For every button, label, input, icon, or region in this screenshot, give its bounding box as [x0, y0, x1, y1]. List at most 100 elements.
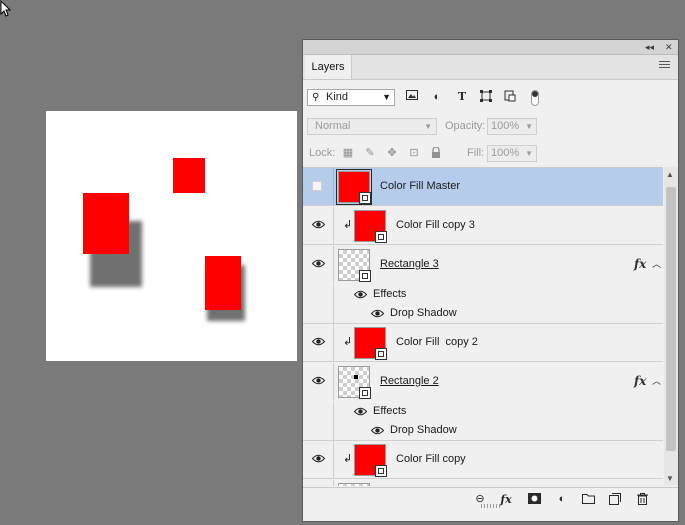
- effects-visibility-column: [303, 402, 334, 421]
- opacity-field[interactable]: 100% ▼: [487, 118, 537, 135]
- close-panel-button[interactable]: ✕: [665, 40, 673, 54]
- layer-thumbnail[interactable]: [338, 483, 370, 486]
- fx-badge-icon[interactable]: fx: [634, 257, 646, 271]
- smart-object-filter-icon[interactable]: [503, 90, 517, 104]
- scroll-up-icon[interactable]: ▲: [666, 170, 674, 179]
- blend-mode-value: Normal: [315, 120, 351, 132]
- group-folder-icon[interactable]: [581, 493, 595, 506]
- effects-visibility-column: [303, 285, 334, 304]
- chevron-down-icon: ▼: [382, 92, 391, 102]
- effects-row[interactable]: Effects: [303, 285, 663, 304]
- visibility-toggle[interactable]: [303, 168, 334, 205]
- layer-name[interactable]: Rectangle 3: [380, 258, 439, 270]
- effects-visibility-column: [303, 421, 334, 440]
- chevron-up-icon[interactable]: ︿: [652, 374, 661, 387]
- eye-icon[interactable]: [371, 309, 384, 318]
- chevron-down-icon: ▼: [525, 122, 533, 131]
- filter-toggle-switch[interactable]: [531, 90, 539, 106]
- layer-thumbnail[interactable]: [338, 366, 371, 399]
- tab-layers[interactable]: Layers: [305, 55, 352, 79]
- layer-name[interactable]: Color Fill copy 3: [396, 219, 475, 231]
- chevron-up-icon[interactable]: ︿: [652, 257, 661, 270]
- scrollbar-thumb[interactable]: [666, 187, 676, 451]
- drop-shadow-label: Drop Shadow: [390, 307, 457, 319]
- drop-shadow-row[interactable]: Drop Shadow: [303, 421, 663, 441]
- visibility-toggle[interactable]: [303, 246, 334, 284]
- layer-row-rectangle-2[interactable]: Rectangle 2 fx ︿: [303, 363, 663, 401]
- layers-panel: ◂◂ ✕ Layers ⚲ Kind ▼ ◐ T Normal ▼ Opacit…: [302, 39, 679, 522]
- layer-list-scrollbar[interactable]: ▲ ▼: [664, 167, 678, 485]
- layer-row-color-fill-master[interactable]: Color Fill Master: [303, 168, 663, 206]
- document-canvas[interactable]: [46, 111, 297, 361]
- visibility-off-box: [312, 181, 322, 191]
- lock-artboard-icon[interactable]: ⊡: [408, 147, 420, 159]
- opacity-label: Opacity:: [445, 120, 486, 132]
- eye-icon[interactable]: [354, 407, 367, 416]
- shape-marker: [354, 375, 358, 379]
- visibility-toggle[interactable]: [303, 363, 334, 401]
- mouse-cursor-icon: [0, 0, 12, 17]
- layer-name[interactable]: Color Fill copy 2: [396, 336, 478, 348]
- clipping-arrow-icon: ↲: [343, 453, 353, 465]
- type-filter-icon[interactable]: T: [455, 90, 469, 104]
- visibility-toggle[interactable]: [303, 441, 334, 478]
- layer-name[interactable]: Color Fill Master: [380, 180, 460, 192]
- layer-mask-icon[interactable]: [527, 493, 541, 506]
- shape-filter-icon[interactable]: [479, 90, 493, 104]
- effects-label: Effects: [373, 288, 407, 300]
- layer-thumbnail[interactable]: [354, 444, 387, 477]
- eye-icon[interactable]: [354, 290, 367, 299]
- lock-paint-icon[interactable]: ✎: [364, 147, 376, 159]
- fill-field[interactable]: 100% ▼: [487, 145, 537, 162]
- layer-row-partial[interactable]: [303, 480, 663, 486]
- panel-title-bar[interactable]: ◂◂ ✕: [303, 40, 678, 55]
- blend-mode-select[interactable]: Normal ▼: [307, 118, 437, 135]
- layer-row-color-fill-copy-3[interactable]: ↲ Color Fill copy 3: [303, 207, 663, 245]
- lock-transparency-icon[interactable]: ▦: [342, 147, 354, 159]
- panel-resize-grip[interactable]: [481, 504, 501, 508]
- image-filter-icon[interactable]: [405, 90, 419, 104]
- collapse-panel-button[interactable]: ◂◂: [645, 40, 654, 54]
- blend-mode-row: Normal ▼ Opacity: 100% ▼: [303, 117, 678, 137]
- eye-icon: [312, 337, 325, 346]
- drop-shadow-row[interactable]: Drop Shadow: [303, 304, 663, 324]
- lock-all-icon[interactable]: [430, 146, 442, 159]
- eye-icon: [312, 454, 325, 463]
- delete-trash-icon[interactable]: [635, 493, 649, 506]
- shape-badge-icon: [359, 387, 371, 399]
- panel-menu-icon[interactable]: [659, 61, 670, 70]
- eye-icon: [312, 376, 325, 385]
- eye-icon[interactable]: [371, 426, 384, 435]
- fx-badge-icon[interactable]: fx: [634, 374, 646, 388]
- layer-thumbnail[interactable]: [354, 210, 387, 243]
- lock-position-icon[interactable]: ✥: [386, 147, 398, 159]
- layer-name[interactable]: Color Fill copy: [396, 453, 466, 465]
- layer-row-rectangle-3[interactable]: Rectangle 3 fx ︿: [303, 246, 663, 284]
- effects-visibility-column: [303, 304, 334, 323]
- opacity-value: 100%: [491, 120, 520, 132]
- red-rectangle-right: [205, 256, 241, 310]
- adjustment-filter-icon[interactable]: ◐: [430, 90, 444, 104]
- layer-thumbnail[interactable]: [354, 327, 387, 360]
- chevron-down-icon: ▼: [424, 122, 432, 131]
- adjustment-layer-icon[interactable]: ◐: [555, 493, 569, 506]
- layer-row-color-fill-copy-2[interactable]: ↲ Color Fill copy 2: [303, 324, 663, 362]
- new-layer-icon[interactable]: [608, 493, 622, 506]
- scroll-down-icon[interactable]: ▼: [666, 474, 674, 483]
- layer-thumbnail[interactable]: [336, 169, 372, 205]
- red-square-top: [173, 158, 205, 193]
- smart-object-badge-icon: [375, 348, 387, 360]
- panel-footer: ⊖ fx ◐: [303, 487, 678, 510]
- layer-name[interactable]: Rectangle 2: [380, 375, 439, 387]
- visibility-toggle[interactable]: [303, 207, 334, 244]
- fx-icon[interactable]: fx: [499, 493, 513, 506]
- layer-thumbnail[interactable]: [338, 249, 371, 282]
- lock-row: Lock: ▦ ✎ ✥ ⊡ Fill: 100% ▼: [303, 144, 678, 164]
- visibility-toggle[interactable]: [303, 480, 334, 486]
- layer-row-color-fill-copy[interactable]: ↲ Color Fill copy: [303, 441, 663, 479]
- panel-tab-bar: Layers: [303, 55, 678, 80]
- visibility-toggle[interactable]: [303, 324, 334, 361]
- effects-row[interactable]: Effects: [303, 402, 663, 421]
- filter-kind-select[interactable]: ⚲ Kind ▼: [307, 89, 395, 106]
- eye-icon: [312, 259, 325, 268]
